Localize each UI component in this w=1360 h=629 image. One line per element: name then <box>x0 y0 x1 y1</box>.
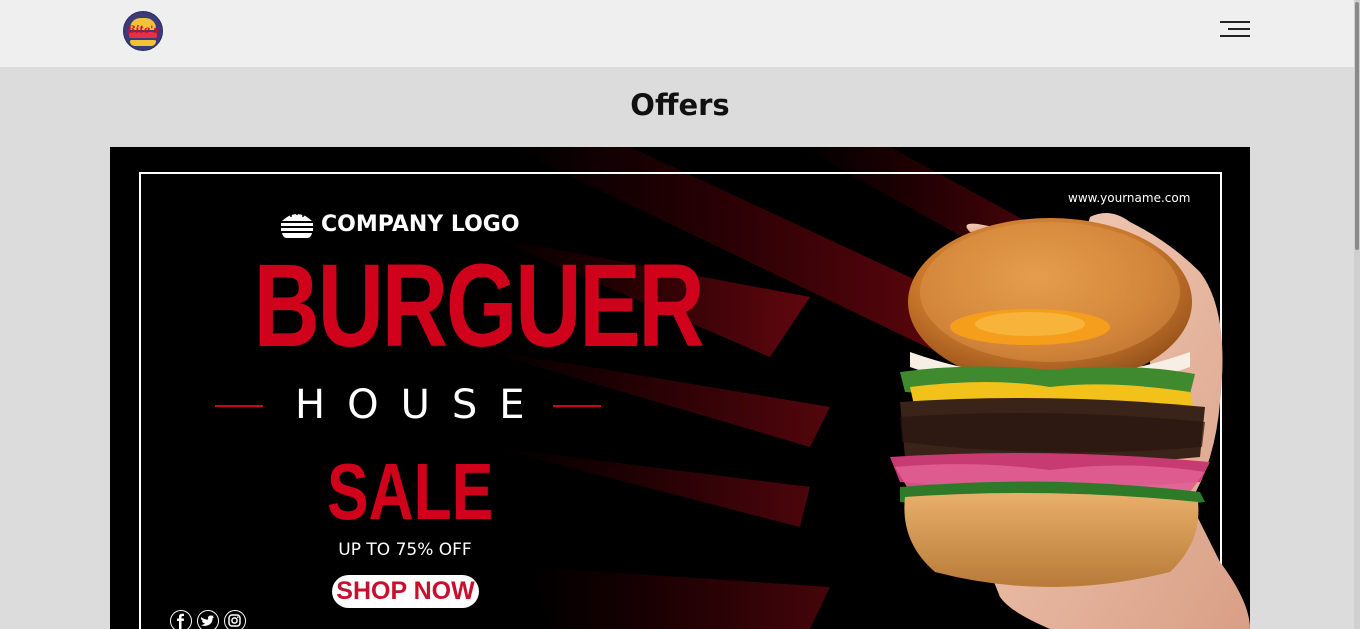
logo-text: Bite's <box>127 25 159 36</box>
headline: BURGUER <box>253 240 704 372</box>
facebook-icon[interactable] <box>170 610 192 629</box>
subheadline-row: HOUSE <box>213 383 603 427</box>
hamburger-menu-icon[interactable] <box>1218 20 1252 42</box>
divider-left <box>215 405 263 407</box>
sale-text: SALE <box>327 447 494 536</box>
instagram-icon[interactable] <box>224 610 246 629</box>
burger-photo <box>890 213 1250 629</box>
brand-logo[interactable]: Bite's <box>123 11 163 51</box>
page-title: Offers <box>630 88 730 122</box>
shop-now-button[interactable]: SHOP NOW <box>332 575 479 608</box>
discount-text: UP TO 75% OFF <box>338 540 472 560</box>
divider-right <box>553 405 601 407</box>
navbar: Bite's <box>0 0 1360 67</box>
social-links <box>170 610 246 629</box>
scrollbar-thumb[interactable] <box>1355 2 1359 250</box>
subheadline: HOUSE <box>295 382 547 428</box>
company-logo-text: COMPANY LOGO <box>321 211 520 237</box>
twitter-icon[interactable] <box>197 610 219 629</box>
logo-bun-bottom <box>130 40 156 46</box>
company-logo: COMPANY LOGO <box>280 209 520 239</box>
offer-banner[interactable]: www.yourname.com COMPANY LOGO BURGUER HO… <box>110 147 1250 629</box>
burger-icon <box>281 213 313 238</box>
